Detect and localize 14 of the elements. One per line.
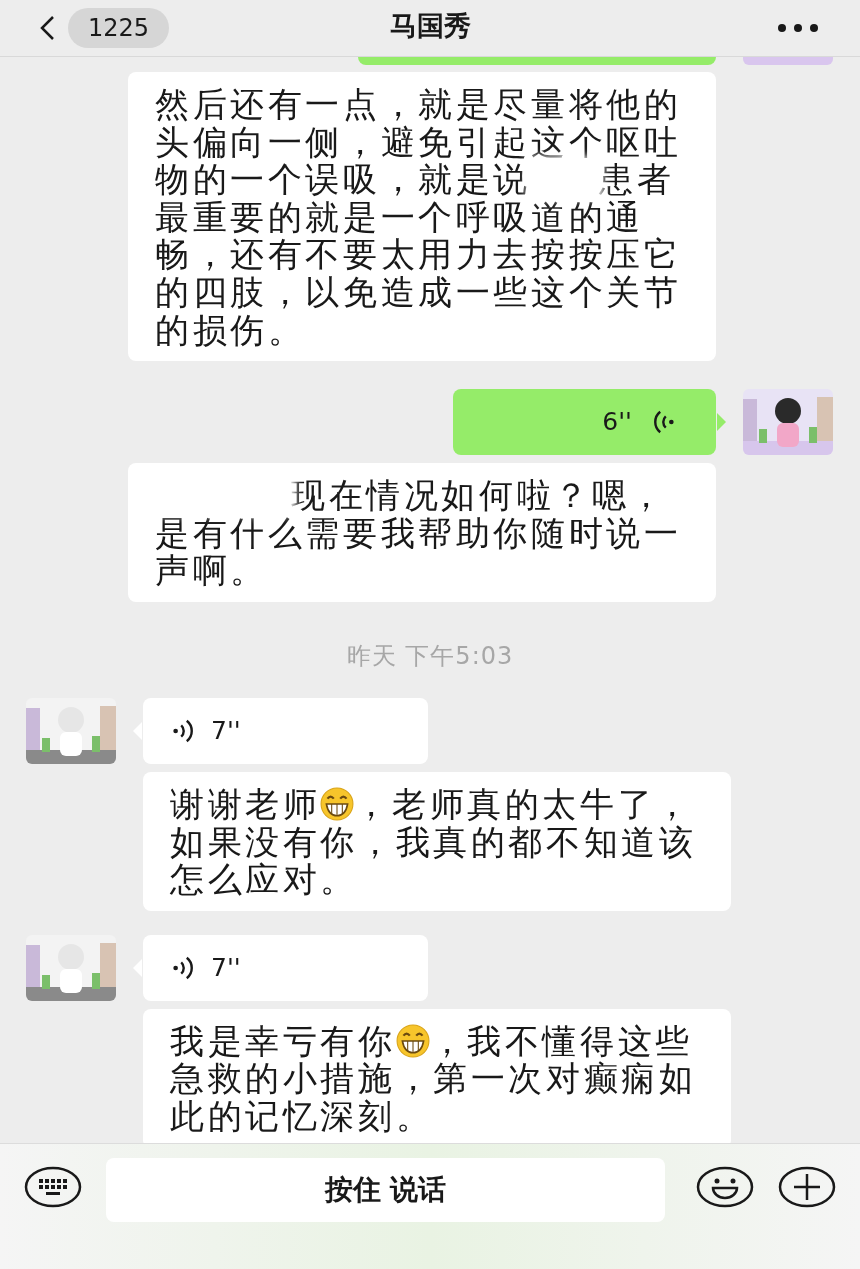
message-bubble: 我是幸亏有你 ，我不懂得这些急救的小措施，第一次对癫痫如此的记忆深刻。 xyxy=(143,1008,731,1143)
emoji-icon[interactable] xyxy=(696,1166,754,1208)
grinning-emoji-icon xyxy=(395,1023,430,1058)
keyboard-icon[interactable] xyxy=(24,1166,82,1208)
message-bubble: 现在情况如何啦？嗯，是有什么需要我帮助你随时说一声啊。 xyxy=(128,463,716,602)
more-icon[interactable] xyxy=(776,22,820,34)
unread-count[interactable]: 1225 xyxy=(68,8,170,48)
message-bubble: 然后还有一点，就是尽量将他的头偏向一侧，避免引起这个呕吐物的一个误吸，就是说 患者最重要的就是一个呼吸道的通畅，还有不要太用力去按按压它的四肢，以免造成一些这个关节的损伤。 xyxy=(128,72,716,362)
message-bubble: 谢谢老师 ，老师真的太牛了，如果没有你，我真的都不知道该怎么应对。 xyxy=(143,771,731,911)
hold-to-talk-button[interactable]: 按住 说话 xyxy=(106,1158,665,1222)
grinning-emoji-icon xyxy=(320,787,355,822)
chat-title: 马国秀 xyxy=(389,10,471,41)
add-icon[interactable] xyxy=(778,1166,836,1208)
timestamp: 昨天 下午5:03 xyxy=(345,640,515,672)
